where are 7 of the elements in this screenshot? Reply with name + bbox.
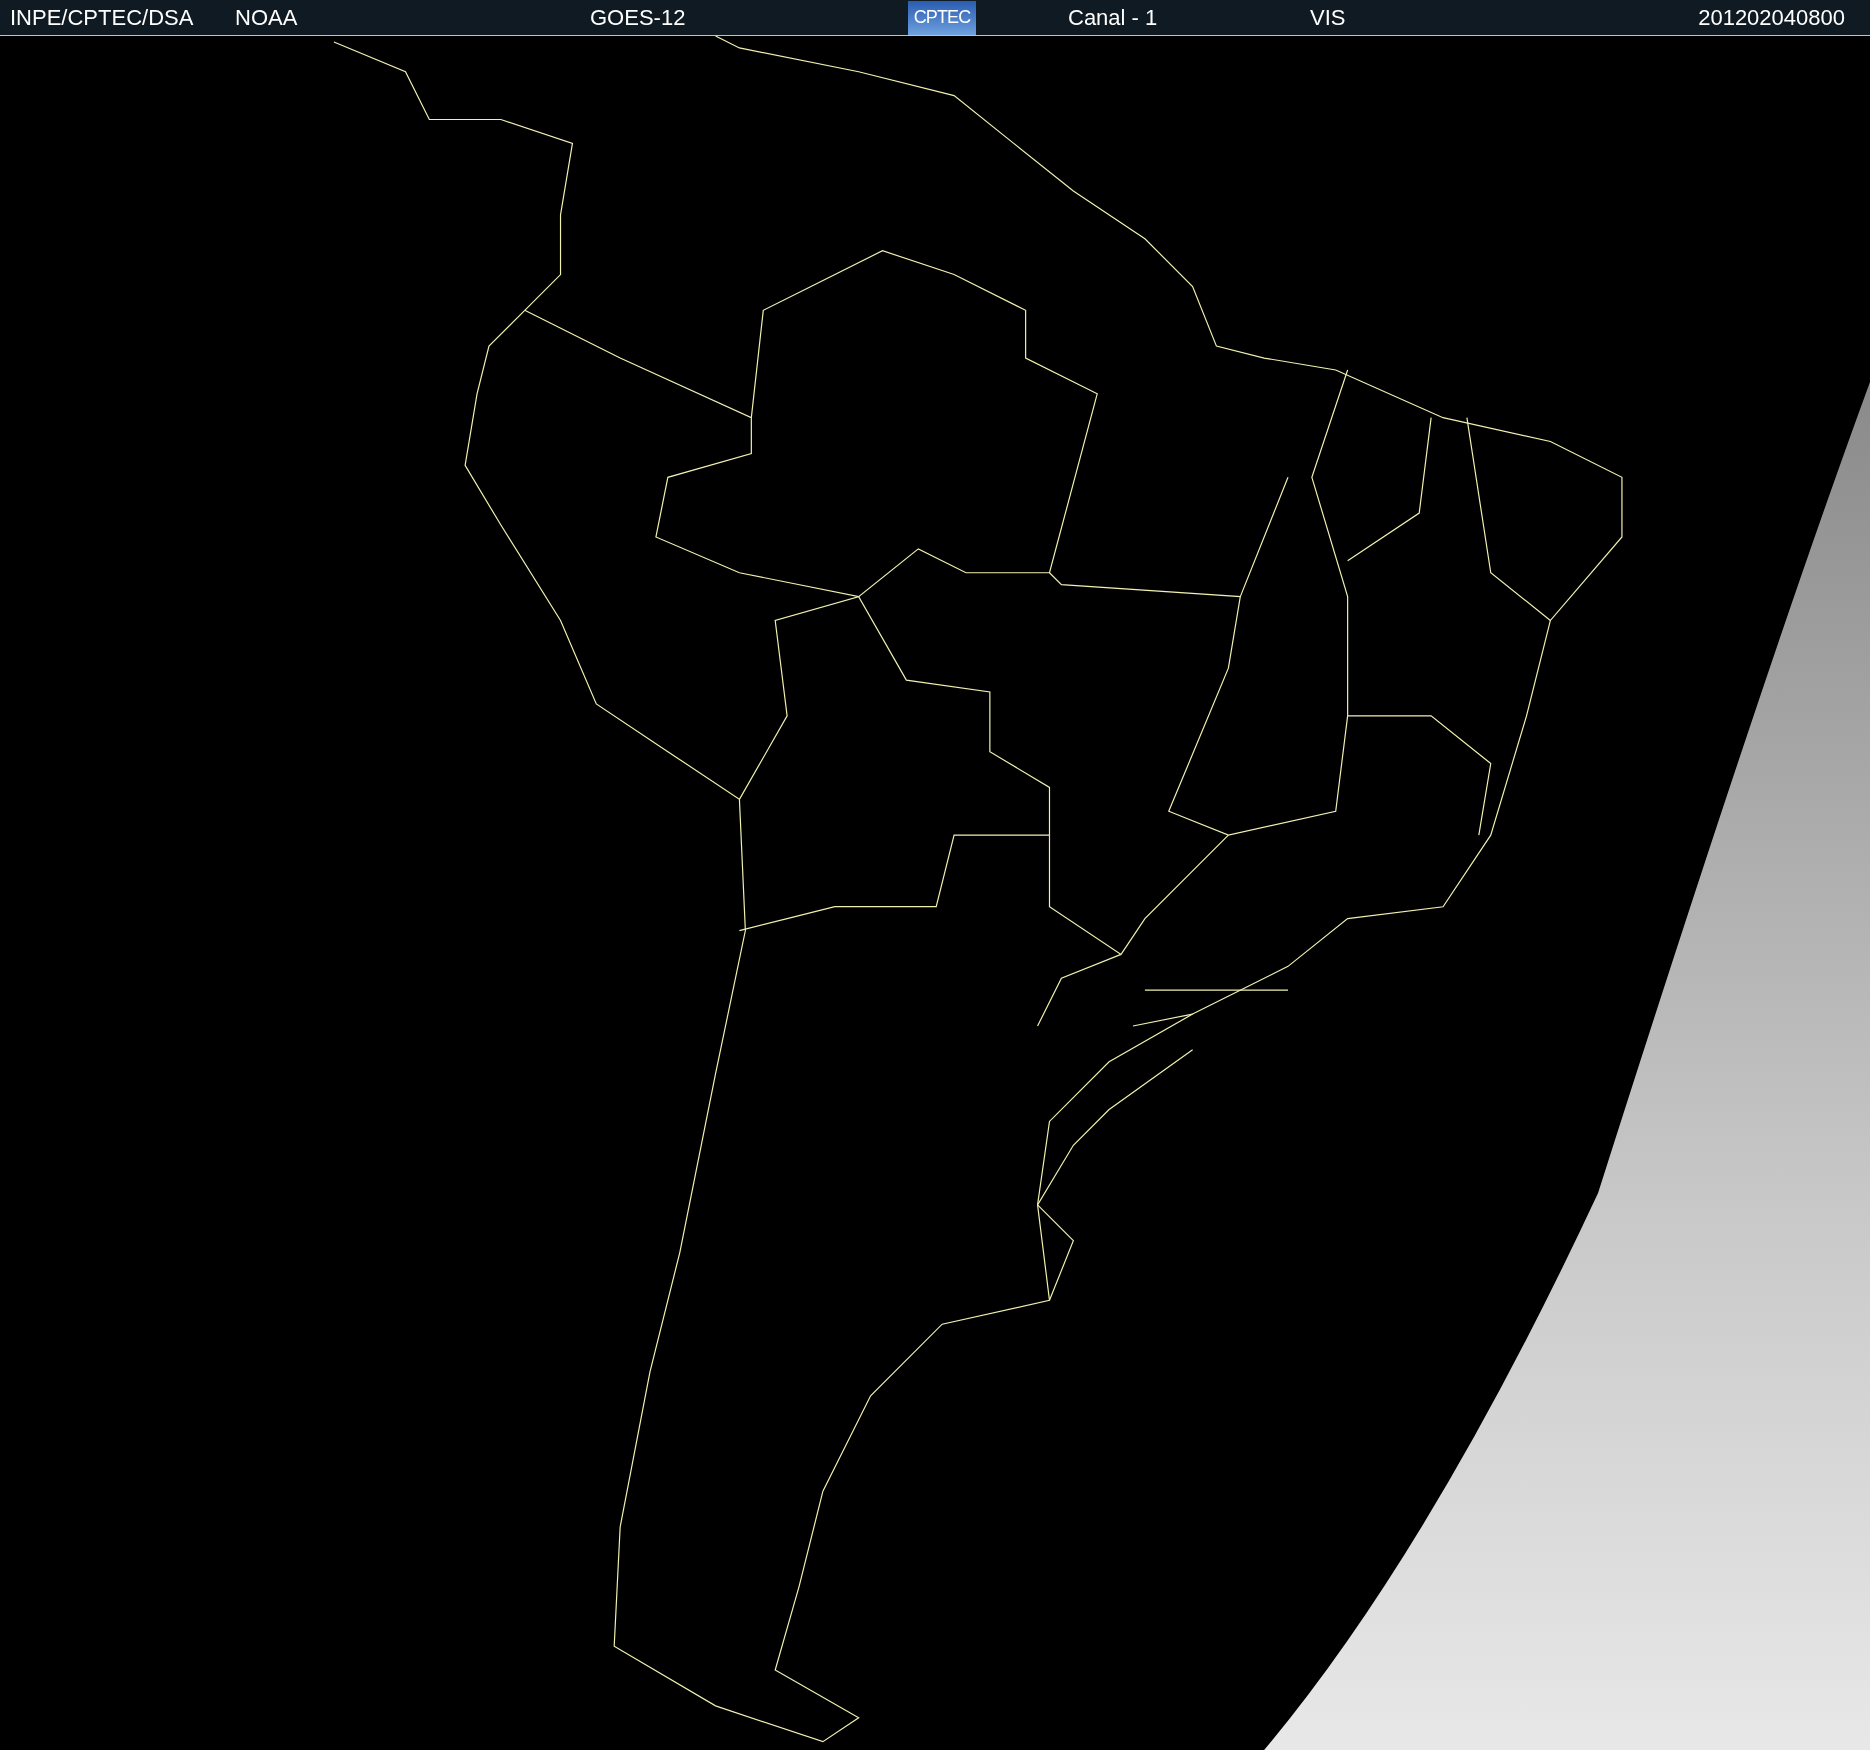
header-label: VIS [1310,4,1346,32]
logo: CPTEC [908,0,976,35]
header-label: INPE/CPTEC/DSA [10,4,194,32]
header-label: GOES-12 [590,4,686,32]
header-label: NOAA [235,4,298,32]
header-label: 201202040800 [1698,4,1845,32]
header-label: Canal - 1 [1068,4,1158,32]
